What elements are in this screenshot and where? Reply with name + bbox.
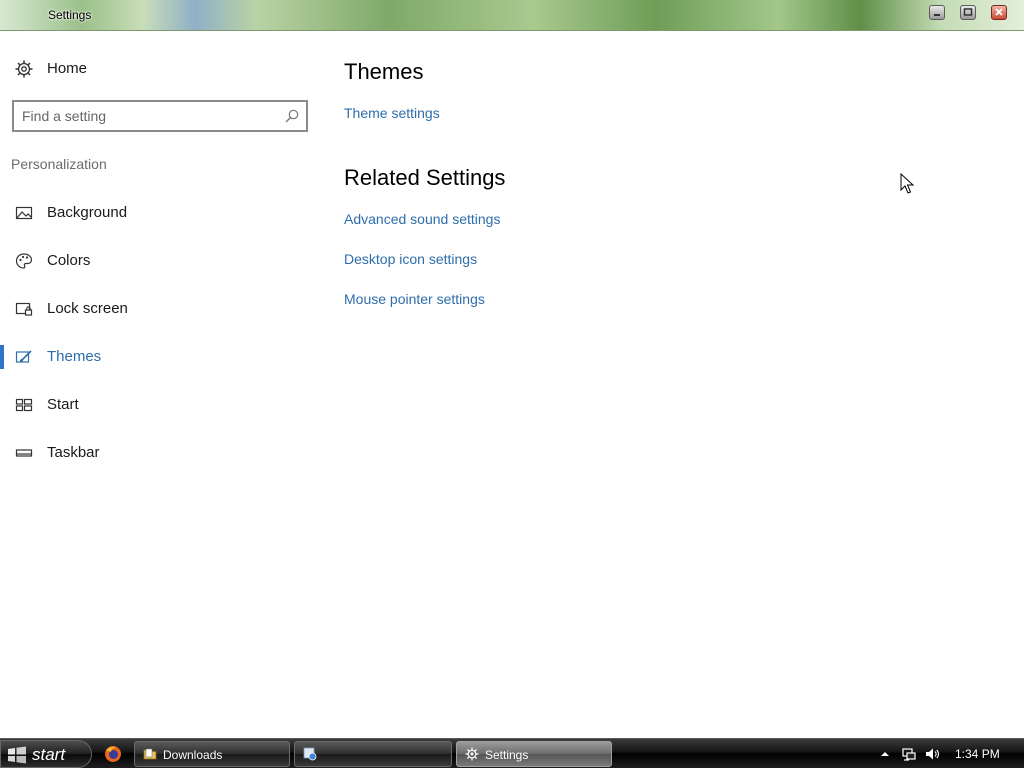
sidebar-item-themes[interactable]: Themes [0,337,320,377]
windows-logo-icon [8,746,26,764]
lock-screen-icon [15,302,33,316]
gear-icon [15,60,33,78]
maximize-button[interactable] [960,5,976,20]
title-bar[interactable]: Settings [0,0,1024,31]
start-button[interactable]: start [0,740,92,768]
sidebar-item-label: Themes [47,348,102,365]
sidebar-item-label: Start [47,396,79,413]
mouse-pointer-settings-link[interactable]: Mouse pointer settings [344,291,485,307]
sidebar-item-label: Colors [47,252,91,269]
page-title: Themes [344,59,424,84]
sidebar-item-start[interactable]: Start [0,385,320,425]
minimize-button[interactable] [929,5,945,20]
minimize-icon [934,14,940,16]
taskbar-item-label: Settings [485,748,529,762]
taskbar-icon [15,449,33,457]
section-label: Personalization [11,156,107,172]
start-label: start [32,745,66,764]
taskbar-item-downloads[interactable]: Downloads [134,741,290,767]
tray-expand-icon[interactable] [877,746,893,762]
related-settings-heading: Related Settings [344,165,506,190]
firefox-icon[interactable] [104,745,122,763]
mouse-cursor-icon [900,173,915,194]
search-icon [285,109,299,123]
themes-brush-icon [15,350,32,363]
network-icon[interactable] [901,746,917,762]
app-icon [303,747,317,761]
gear-icon [465,747,479,761]
advanced-sound-settings-link[interactable]: Advanced sound settings [344,211,500,227]
sidebar-item-label: Home [47,60,88,77]
sidebar-item-label: Taskbar [47,444,100,461]
sidebar-item-lock-screen[interactable]: Lock screen [0,289,320,329]
sidebar-item-label: Lock screen [47,300,128,317]
window-title: Settings [48,8,92,22]
sidebar-item-label: Background [47,204,128,221]
start-tiles-icon [15,398,33,412]
sidebar-item-colors[interactable]: Colors [0,241,320,281]
taskbar-item-app[interactable] [294,741,452,767]
close-icon [995,8,1003,16]
desktop-icon-settings-link[interactable]: Desktop icon settings [344,251,477,267]
image-icon [15,206,33,220]
close-button[interactable] [991,5,1007,20]
maximize-icon [963,8,973,16]
taskbar-item-label: Downloads [163,748,223,762]
taskbar: start Downloads Settings 1:34 PM [0,738,1024,768]
sidebar-item-taskbar[interactable]: Taskbar [0,433,320,473]
volume-icon[interactable] [924,746,940,762]
sidebar-item-background[interactable]: Background [0,193,320,233]
search-box[interactable] [12,100,308,132]
sidebar: Home Personalization Background Colors L… [0,32,320,738]
sidebar-item-home[interactable]: Home [0,49,320,89]
palette-icon [15,253,33,269]
search-input[interactable] [22,107,272,125]
taskbar-item-settings[interactable]: Settings [456,741,612,767]
theme-settings-link[interactable]: Theme settings [344,105,440,121]
active-indicator [0,345,4,369]
clock[interactable]: 1:34 PM [955,747,1000,761]
folder-icon [143,748,157,760]
